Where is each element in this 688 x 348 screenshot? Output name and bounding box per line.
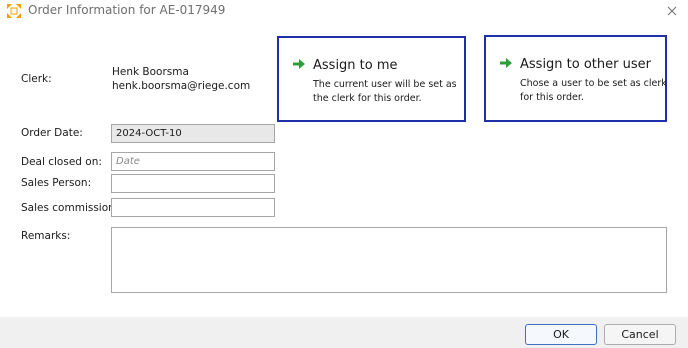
assign-to-other-user-button[interactable]: Assign to other user Chose a user to be … <box>484 35 667 122</box>
dialog-footer: OK Cancel <box>0 317 688 348</box>
assign-to-other-user-title: Assign to other user <box>520 57 651 72</box>
arrow-right-icon <box>499 55 513 69</box>
assign-to-me-title: Assign to me <box>313 58 398 73</box>
clerk-label: Clerk: <box>21 73 52 85</box>
deal-closed-date-input[interactable]: Date <box>111 152 275 171</box>
sales-commission-label: Sales commission: <box>21 202 119 214</box>
close-button[interactable] <box>662 1 682 21</box>
assign-to-me-description: The current user will be set as the cler… <box>313 79 457 104</box>
title-bar: Order Information for AE-017949 <box>0 0 688 24</box>
clerk-email: henk.boorsma@riege.com <box>112 80 251 92</box>
app-logo-icon <box>7 3 21 18</box>
order-date-field: 2024-OCT-10 <box>111 124 275 143</box>
order-date-value: 2024-OCT-10 <box>116 128 182 139</box>
close-icon <box>667 6 677 16</box>
sales-person-label: Sales Person: <box>21 177 92 189</box>
sales-commission-input[interactable] <box>111 198 275 217</box>
clerk-name: Henk Boorsma <box>112 66 189 78</box>
assign-to-me-button[interactable]: Assign to me The current user will be se… <box>277 36 466 122</box>
assign-to-other-user-description: Chose a user to be set as clerk for this… <box>520 78 667 103</box>
window-title: Order Information for AE-017949 <box>28 3 226 17</box>
arrow-right-icon <box>292 56 306 70</box>
cancel-button[interactable]: Cancel <box>604 324 676 345</box>
deal-closed-placeholder: Date <box>116 156 140 167</box>
ok-button[interactable]: OK <box>525 324 597 345</box>
remarks-label: Remarks: <box>21 230 71 242</box>
deal-closed-label: Deal closed on: <box>21 156 102 168</box>
order-information-dialog: Order Information for AE-017949 Clerk: H… <box>0 0 688 348</box>
remarks-textarea[interactable] <box>111 227 667 293</box>
order-date-label: Order Date: <box>21 127 83 139</box>
sales-person-input[interactable] <box>111 174 275 193</box>
